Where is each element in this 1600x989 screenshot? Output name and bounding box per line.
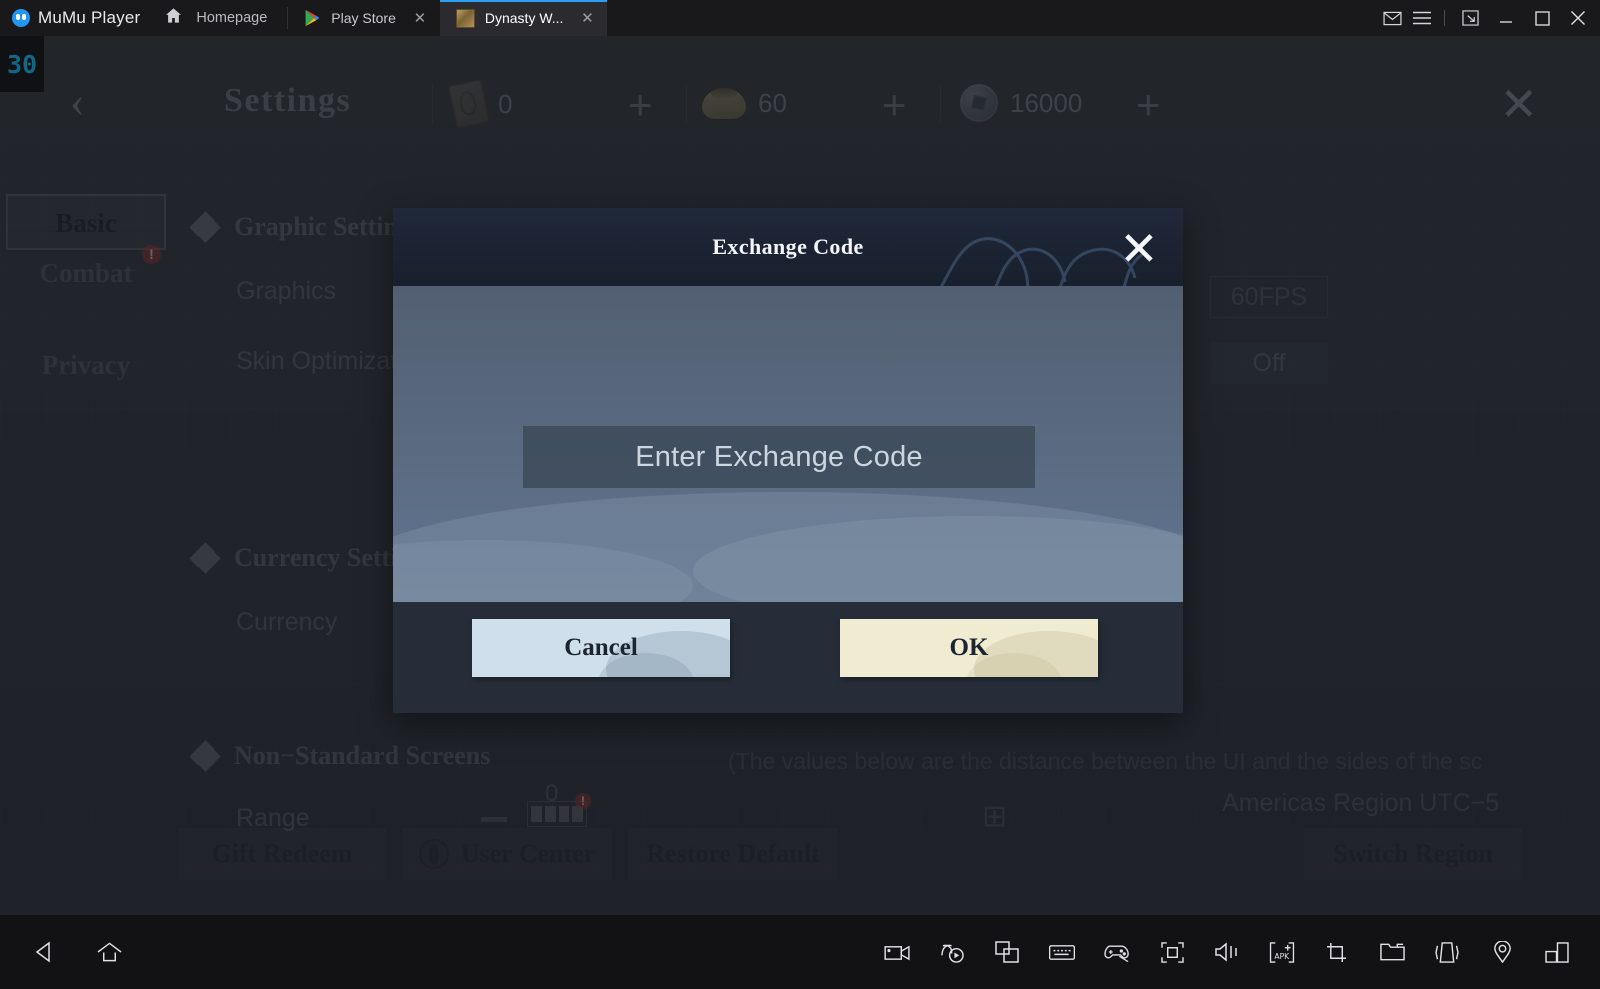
- dialog-footer: Cancel OK: [393, 602, 1183, 713]
- tab-dynasty-warriors[interactable]: Dynasty W... ✕: [439, 0, 608, 36]
- tab-play-store[interactable]: Play Store ✕: [288, 0, 440, 36]
- dialog-body: Enter Exchange Code: [393, 286, 1183, 602]
- tab-strip: Play Store ✕ Dynasty W... ✕: [288, 0, 608, 36]
- tab-label: Play Store: [331, 10, 396, 26]
- cancel-button[interactable]: Cancel: [472, 619, 730, 677]
- tab-close-icon[interactable]: ✕: [412, 11, 428, 26]
- play-store-icon: [304, 9, 321, 27]
- homepage-tab[interactable]: Homepage: [154, 0, 287, 36]
- tab-close-icon[interactable]: ✕: [579, 11, 595, 26]
- mail-icon[interactable]: [1377, 0, 1407, 36]
- screenshot-icon[interactable]: [1320, 935, 1354, 969]
- gamepad-icon[interactable]: [1100, 935, 1134, 969]
- close-icon[interactable]: [1560, 0, 1596, 36]
- emulator-toolbar: APK: [0, 915, 1600, 989]
- multi-instance-icon[interactable]: [990, 935, 1024, 969]
- keyboard-mapping-icon[interactable]: [1045, 935, 1079, 969]
- shake-icon[interactable]: [1430, 935, 1464, 969]
- homepage-label: Homepage: [196, 10, 268, 26]
- brand-area: MuMu Player: [0, 0, 154, 36]
- game-app-icon: [455, 8, 475, 28]
- window-controls: [1377, 0, 1600, 36]
- fullscreen-icon[interactable]: [1155, 935, 1189, 969]
- exchange-code-input[interactable]: Enter Exchange Code: [523, 426, 1035, 488]
- exchange-code-dialog: Exchange Code ✕ Enter Exchange Code Canc…: [393, 208, 1183, 713]
- home-icon: [164, 6, 183, 30]
- android-back-icon[interactable]: [26, 935, 60, 969]
- dialog-close-icon[interactable]: ✕: [1111, 220, 1167, 276]
- ok-button[interactable]: OK: [840, 619, 1098, 677]
- emulator-tool-buttons: APK: [880, 935, 1600, 969]
- brand-name: MuMu Player: [38, 8, 141, 27]
- ok-label: OK: [949, 634, 989, 661]
- install-apk-icon[interactable]: APK: [1265, 935, 1299, 969]
- dialog-title: Exchange Code: [712, 234, 864, 259]
- android-nav-buttons: [0, 935, 126, 969]
- resize-icon[interactable]: [1452, 0, 1488, 36]
- volume-icon[interactable]: [1210, 935, 1244, 969]
- macro-record-icon[interactable]: [935, 935, 969, 969]
- cancel-label: Cancel: [564, 634, 638, 661]
- minimize-icon[interactable]: [1488, 0, 1524, 36]
- dialog-header: Exchange Code ✕: [393, 208, 1183, 286]
- menu-icon[interactable]: [1407, 0, 1437, 36]
- window-layout-icon[interactable]: [1540, 935, 1574, 969]
- titlebar-spacer: [607, 0, 1377, 36]
- android-home-icon[interactable]: [92, 935, 126, 969]
- emulator-title-bar: MuMu Player Homepage Play Store ✕ Dynast…: [0, 0, 1600, 36]
- controls-divider: [1444, 10, 1445, 26]
- location-icon[interactable]: [1485, 935, 1519, 969]
- shared-folder-icon[interactable]: [1375, 935, 1409, 969]
- maximize-icon[interactable]: [1524, 0, 1560, 36]
- svg-text:APK: APK: [1274, 952, 1290, 961]
- tab-label: Dynasty W...: [484, 10, 564, 26]
- mumu-logo-icon: [12, 9, 30, 27]
- video-record-icon[interactable]: [880, 935, 914, 969]
